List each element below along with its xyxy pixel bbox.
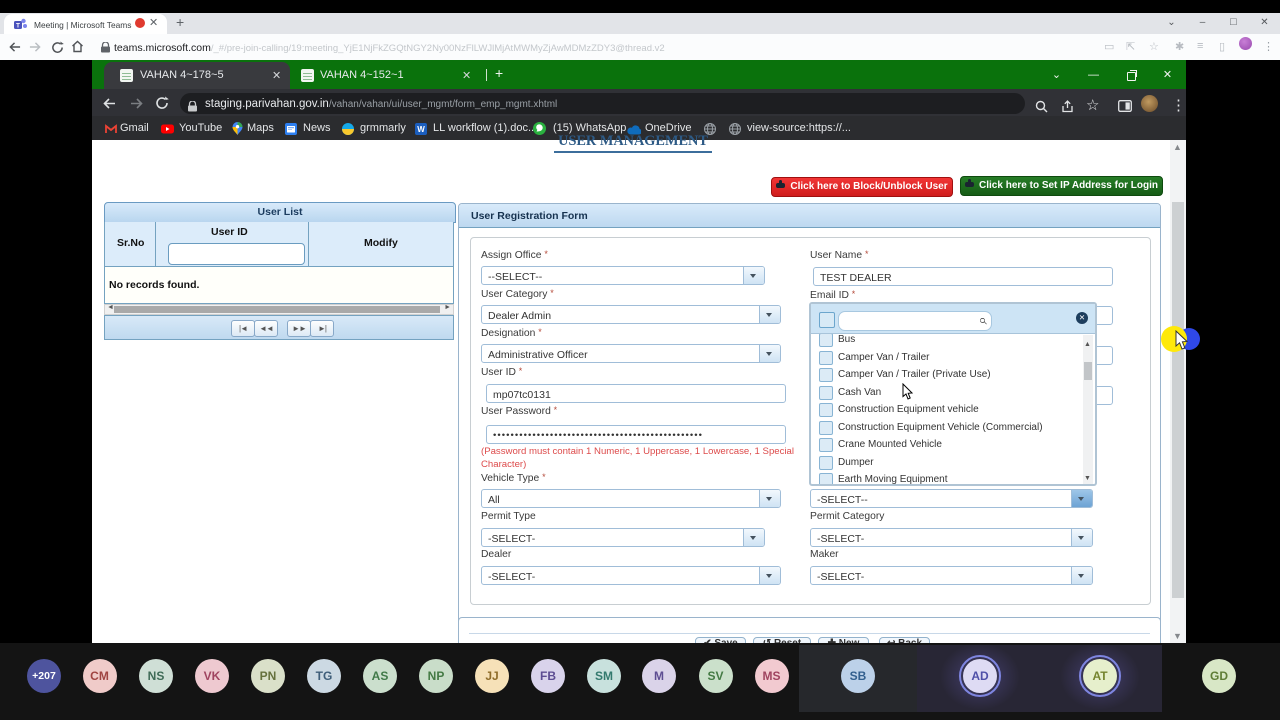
svg-text:T: T: [16, 23, 20, 30]
svg-text:W: W: [417, 125, 425, 134]
